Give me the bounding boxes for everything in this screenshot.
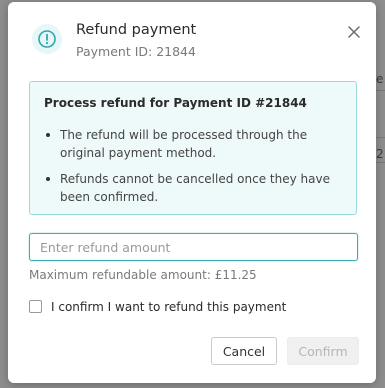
- refund-info-box: Process refund for Payment ID #21844 The…: [29, 81, 357, 215]
- bullet-icon: [46, 177, 50, 181]
- cancel-button[interactable]: Cancel: [211, 337, 277, 365]
- confirm-button[interactable]: Confirm: [287, 337, 359, 365]
- info-box-title: Process refund for Payment ID #21844: [44, 96, 307, 110]
- background-text-fragment: 2: [376, 147, 384, 161]
- max-refundable-amount: Maximum refundable amount: £11.25: [29, 268, 257, 282]
- confirm-refund-label[interactable]: I confirm I want to refund this payment: [51, 300, 286, 314]
- confirm-refund-checkbox[interactable]: [29, 300, 42, 313]
- info-list-item: The refund will be processed through the…: [44, 126, 344, 162]
- background-text-fragment: e: [376, 72, 384, 86]
- close-icon: [348, 26, 360, 38]
- bullet-icon: [46, 133, 50, 137]
- dialog-title: Refund payment: [76, 22, 197, 38]
- info-list: The refund will be processed through the…: [44, 126, 344, 214]
- refund-payment-dialog: Refund payment Payment ID: 21844 Process…: [8, 2, 376, 383]
- info-list-item-text: Refunds cannot be cancelled once they ha…: [60, 172, 330, 204]
- refund-amount-input[interactable]: [29, 233, 358, 261]
- info-list-item-text: The refund will be processed through the…: [60, 128, 308, 160]
- exclamation-circle-icon: [32, 24, 62, 54]
- payment-id-subtitle: Payment ID: 21844: [76, 44, 196, 59]
- close-button[interactable]: [344, 22, 364, 42]
- info-list-item: Refunds cannot be cancelled once they ha…: [44, 170, 344, 206]
